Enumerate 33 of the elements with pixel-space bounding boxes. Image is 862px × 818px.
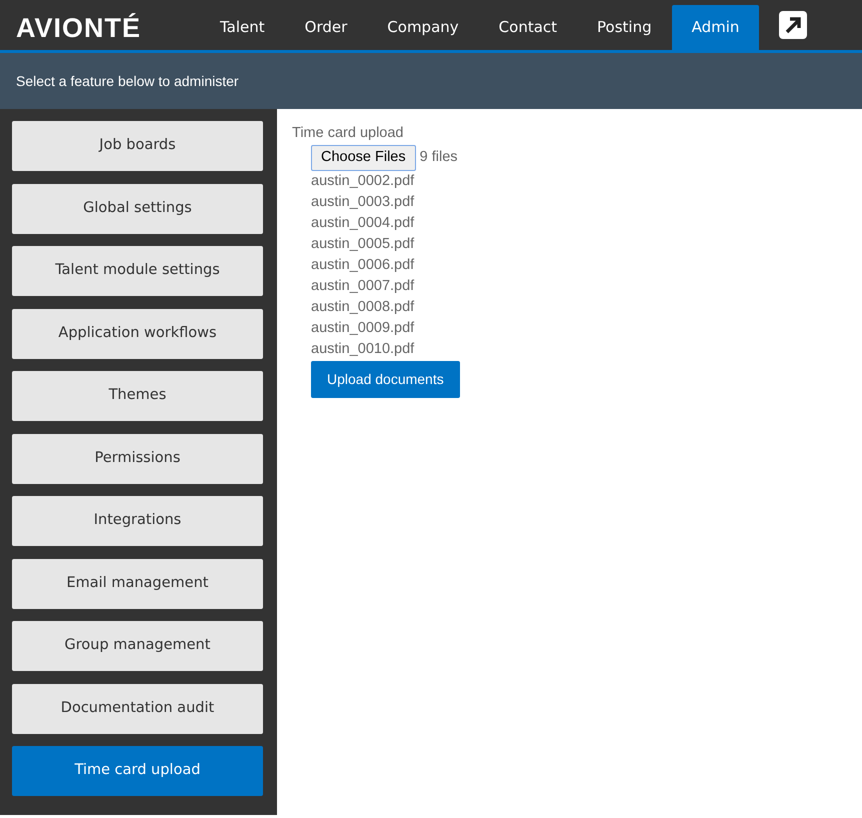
file-name: austin_0007.pdf	[311, 276, 416, 296]
nav-tab[interactable]: Contact	[478, 5, 578, 50]
file-name: austin_0003.pdf	[311, 192, 416, 212]
sidebar-item[interactable]: Integrations	[12, 496, 263, 546]
sidebar-item[interactable]: Themes	[12, 371, 263, 421]
sidebar-item[interactable]: Permissions	[12, 434, 263, 484]
sidebar-item[interactable]: Time card upload	[12, 746, 263, 796]
sidebar-item[interactable]: Application workflows	[12, 308, 263, 358]
file-name: austin_0008.pdf	[311, 298, 416, 316]
file-name: austin_0009.pdf	[311, 318, 416, 338]
nav-tab[interactable]: Talent	[200, 5, 285, 50]
external-link-icon[interactable]	[779, 11, 808, 39]
sidebar-item[interactable]: Documentation audit	[12, 684, 263, 734]
nav-tab[interactable]: Order	[284, 5, 368, 50]
sidebar-item[interactable]: Global settings	[12, 184, 263, 234]
sidebar-item[interactable]: Job boards	[12, 121, 263, 171]
brand-logo: AVIONTÉ	[15, 12, 142, 45]
upload-button[interactable]: Upload documents	[311, 360, 460, 398]
sidebar-item[interactable]: Group management	[12, 621, 263, 671]
section-title: Time card upload	[292, 124, 404, 143]
nav-tab[interactable]: Admin	[672, 5, 760, 50]
subheader-text: Select a feature below to administer	[0, 53, 862, 109]
file-name: austin_0004.pdf	[311, 214, 416, 232]
nav-tab[interactable]: Posting	[577, 5, 672, 50]
file-name: austin_0010.pdf	[311, 340, 416, 358]
file-name: austin_0002.pdf	[311, 172, 416, 190]
nav-tab[interactable]: Company	[367, 5, 479, 50]
sidebar-item[interactable]: Talent module settings	[12, 246, 263, 296]
sidebar-item[interactable]: Email management	[12, 558, 263, 608]
file-name: austin_0005.pdf	[311, 234, 416, 254]
file-count: 9 files	[420, 148, 458, 167]
choose-files-button[interactable]: Choose Files	[311, 144, 416, 170]
file-name: austin_0006.pdf	[311, 256, 416, 274]
